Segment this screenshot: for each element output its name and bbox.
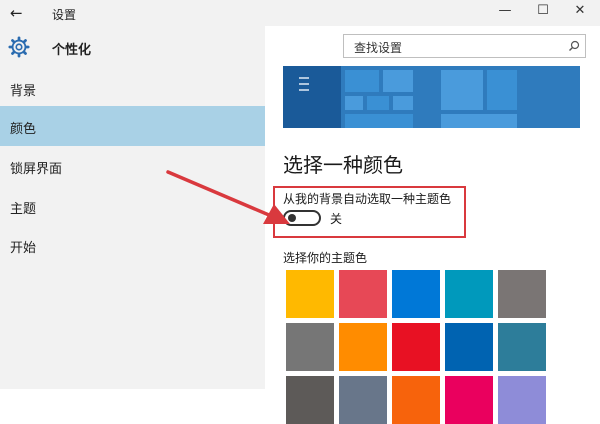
- gear-icon: [8, 36, 30, 58]
- accent-swatch[interactable]: [445, 270, 493, 318]
- start-menu-preview-image: [283, 66, 580, 128]
- section-heading: 选择一种颜色: [283, 153, 403, 177]
- accent-swatch[interactable]: [445, 323, 493, 371]
- sidebar-item-start[interactable]: 开始: [0, 225, 265, 265]
- main-panel: 查找设置 选择一种颜色 从我的背景自动选取一种主题色 关 选择你的主题色: [265, 26, 600, 424]
- accent-swatch[interactable]: [392, 323, 440, 371]
- accent-swatch[interactable]: [339, 270, 387, 318]
- sidebar-title: 个性化: [52, 43, 92, 58]
- title-bar: ← 设置 — ☐ ✕: [0, 0, 600, 26]
- accent-swatch[interactable]: [392, 376, 440, 424]
- accent-swatch[interactable]: [286, 323, 334, 371]
- close-button[interactable]: ✕: [570, 3, 590, 18]
- auto-accent-label: 从我的背景自动选取一种主题色: [283, 192, 452, 206]
- sidebar-header: 个性化: [0, 26, 265, 68]
- accent-color-label: 选择你的主题色: [283, 251, 368, 265]
- accent-swatch[interactable]: [286, 270, 334, 318]
- accent-swatch[interactable]: [339, 323, 387, 371]
- sidebar-item-label: 锁屏界面: [10, 162, 63, 177]
- sidebar-item-themes[interactable]: 主题: [0, 186, 265, 226]
- accent-swatch[interactable]: [392, 270, 440, 318]
- accent-swatch[interactable]: [498, 376, 546, 424]
- sidebar-item-label: 背景: [10, 84, 37, 99]
- sidebar-item-background[interactable]: 背景: [0, 68, 265, 108]
- toggle-knob: [288, 214, 296, 222]
- accent-swatch[interactable]: [286, 376, 334, 424]
- sidebar: 个性化 背景 颜色 锁屏界面 主题 开始: [0, 26, 265, 389]
- search-placeholder: 查找设置: [354, 41, 403, 55]
- search-input[interactable]: 查找设置: [343, 34, 586, 58]
- back-arrow-icon[interactable]: ←: [10, 4, 23, 22]
- sidebar-item-colors[interactable]: 颜色: [0, 106, 265, 146]
- sidebar-item-label: 主题: [10, 202, 37, 217]
- auto-accent-toggle[interactable]: [283, 210, 321, 226]
- window-title: 设置: [52, 8, 77, 22]
- maximize-button[interactable]: ☐: [533, 3, 553, 18]
- accent-swatch[interactable]: [498, 323, 546, 371]
- sidebar-item-label: 颜色: [10, 122, 37, 137]
- toggle-state-label: 关: [330, 212, 343, 226]
- sidebar-item-lock-screen[interactable]: 锁屏界面: [0, 146, 265, 186]
- accent-swatch[interactable]: [445, 376, 493, 424]
- color-preview: [283, 66, 580, 128]
- sidebar-item-label: 开始: [10, 241, 37, 256]
- accent-swatch[interactable]: [498, 270, 546, 318]
- accent-swatch[interactable]: [339, 376, 387, 424]
- search-icon[interactable]: [568, 40, 580, 52]
- minimize-button[interactable]: —: [495, 3, 515, 18]
